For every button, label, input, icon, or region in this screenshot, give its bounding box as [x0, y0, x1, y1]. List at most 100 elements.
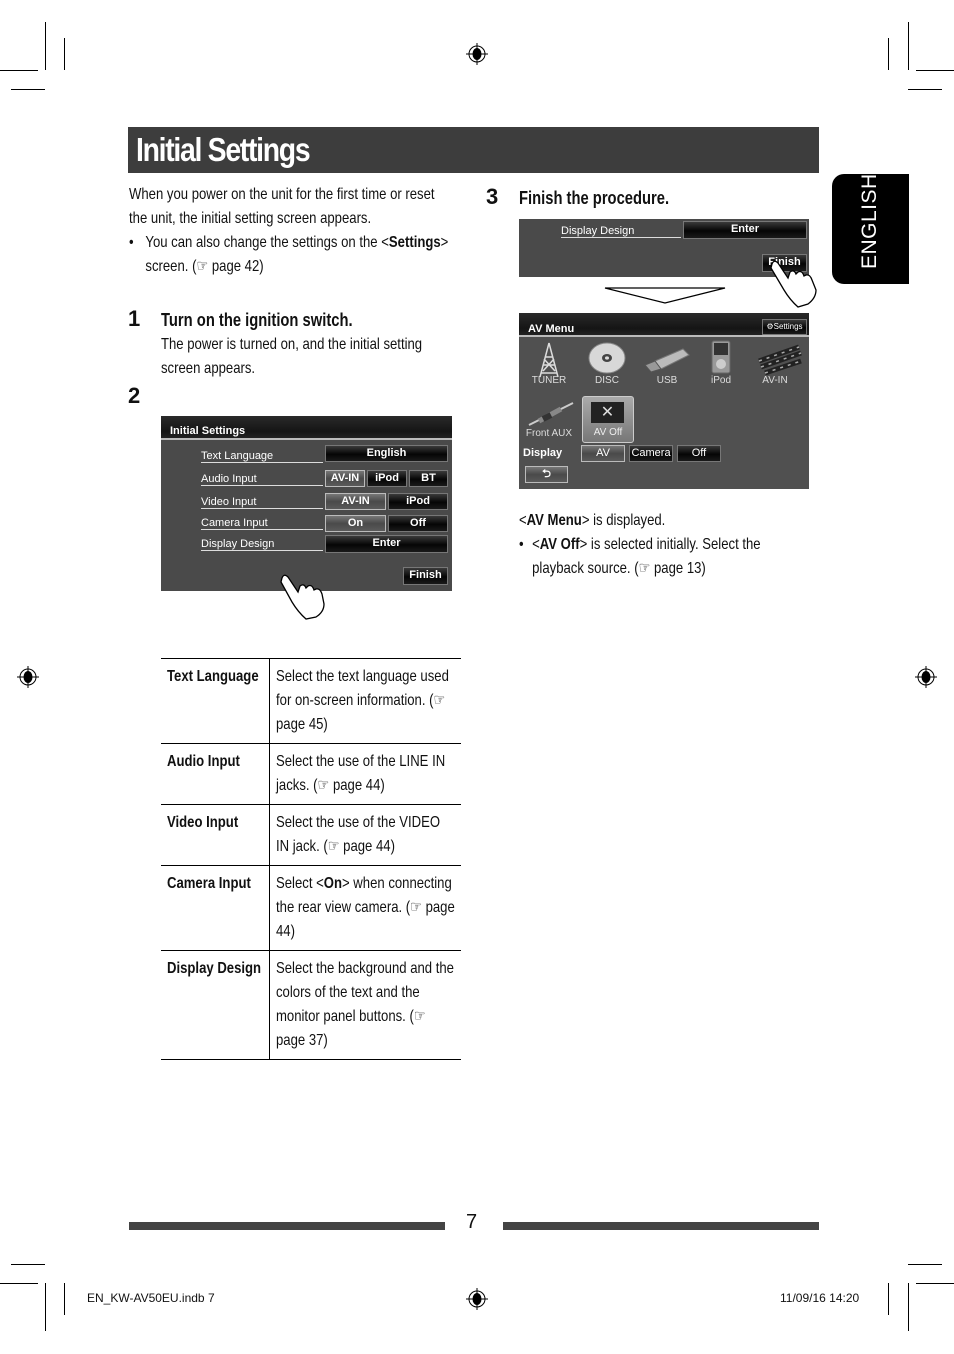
- step-description: The power is turned on, and the initial …: [161, 333, 422, 381]
- front-aux-icon[interactable]: [527, 399, 575, 429]
- source-label-front-aux: Front AUX: [525, 428, 573, 439]
- audio-ipod-button[interactable]: iPod: [367, 470, 407, 487]
- setting-label-camera-input: Camera Input: [201, 517, 323, 530]
- settings-description-table: Text Language Select the text language u…: [161, 658, 461, 1060]
- setting-label-display-design: Display Design: [561, 225, 681, 238]
- bullet-text: >: [440, 234, 449, 251]
- disc-icon[interactable]: [587, 341, 627, 375]
- table-desc-text: Select the use of the VIDEO IN jack. (☞ …: [276, 814, 441, 855]
- registration-mark-icon: [915, 666, 937, 688]
- intro-bullet: • You can also change the settings on th…: [129, 231, 448, 255]
- source-label-tuner: TUNER: [531, 375, 567, 386]
- camera-off-button[interactable]: Off: [388, 515, 448, 532]
- table-key: Text Language: [161, 658, 270, 744]
- table-desc: Select <On> when connecting the rear vie…: [269, 865, 461, 951]
- display-off-button[interactable]: Off: [677, 445, 721, 462]
- return-arrow-icon: ⮌: [542, 468, 551, 480]
- source-label-usb: USB: [656, 375, 678, 386]
- setting-label-video-input: Video Input: [201, 496, 323, 509]
- pointing-hand-icon: [770, 260, 817, 308]
- crop-mark: [64, 1283, 65, 1315]
- intro-bullet-line2: screen. (☞ page 42): [145, 258, 264, 275]
- english-button[interactable]: English: [325, 445, 448, 462]
- table-key-text: Audio Input: [167, 753, 240, 770]
- display-design-enter-button[interactable]: Enter: [683, 221, 807, 239]
- audio-bt-button[interactable]: BT: [409, 470, 448, 487]
- footer-bar-right: [503, 1222, 819, 1230]
- registration-mark-icon: [17, 666, 39, 688]
- av-off-button[interactable]: ✕ AV Off: [582, 396, 634, 443]
- av-off-ref: AV Off: [539, 536, 580, 553]
- audio-av-in-button[interactable]: AV-IN: [325, 470, 365, 487]
- footer-filename: EN_KW-AV50EU.indb 7: [87, 1291, 215, 1305]
- close-icon: ✕: [591, 402, 624, 423]
- table-row: Display Design Select the background and…: [161, 950, 461, 1060]
- language-tab: ENGLISH: [832, 173, 909, 284]
- display-design-enter-button[interactable]: Enter: [325, 535, 448, 553]
- setting-label-audio-input: Audio Input: [201, 473, 323, 486]
- settings-button[interactable]: ⚙Settings: [762, 319, 807, 335]
- finish-screen: Display Design Enter Finish: [519, 219, 809, 277]
- table-key: Audio Input: [161, 743, 270, 805]
- bullet-dot: •: [519, 536, 524, 553]
- bullet-text: You can also change the settings on the …: [145, 234, 389, 251]
- desc-part: Select <: [276, 875, 324, 892]
- screen-header: Initial Settings: [161, 416, 452, 440]
- crop-mark: [64, 38, 65, 70]
- table-key-text: Video Input: [167, 814, 239, 831]
- crop-mark: [888, 38, 889, 70]
- table-row: Text Language Select the text language u…: [161, 658, 461, 744]
- initial-settings-screen: Initial Settings Text Language English A…: [161, 416, 452, 591]
- result-bullet: • <AV Off> is selected initially. Select…: [519, 533, 761, 557]
- table-key: Video Input: [161, 804, 270, 866]
- source-label-ipod: iPod: [710, 375, 731, 386]
- crop-mark: [11, 1264, 45, 1265]
- intro-line: the unit, the initial setting screen app…: [129, 210, 372, 227]
- crop-mark: [11, 89, 45, 90]
- table-key: Camera Input: [161, 865, 270, 951]
- footer-datetime: 11/09/16 14:20: [780, 1291, 860, 1305]
- crop-mark: [916, 70, 954, 71]
- result-bullet-line2: playback source. (☞ page 13): [532, 560, 706, 577]
- table-row: Video Input Select the use of the VIDEO …: [161, 804, 461, 866]
- av-in-icon[interactable]: [755, 341, 803, 375]
- table-desc: Select the use of the LINE IN jacks. (☞ …: [269, 743, 461, 805]
- crop-mark: [908, 1283, 909, 1331]
- table-desc: Select the use of the VIDEO IN jack. (☞ …: [269, 804, 461, 866]
- down-arrow-icon: [604, 287, 726, 304]
- step-title: Turn on the ignition switch.: [161, 310, 353, 330]
- result-text: <AV Menu> is displayed. • <AV Off> is se…: [519, 509, 761, 581]
- step-number: 1: [128, 306, 141, 331]
- source-label-av-in: AV-IN: [762, 375, 788, 386]
- crop-mark: [908, 89, 942, 90]
- table-desc: Select the text language used for on-scr…: [269, 658, 461, 744]
- ipod-icon[interactable]: [711, 340, 731, 374]
- crop-mark: [45, 22, 46, 70]
- footer-bar-left: [129, 1222, 445, 1230]
- display-camera-button[interactable]: Camera: [629, 445, 673, 462]
- page-title: Initial Settings: [136, 131, 311, 168]
- camera-on-button[interactable]: On: [325, 515, 386, 532]
- table-desc-text: Select the use of the LINE IN jacks. (☞ …: [276, 753, 446, 794]
- crop-mark: [0, 1283, 38, 1284]
- table-key-text: Camera Input: [167, 875, 251, 892]
- table-key: Display Design: [161, 950, 270, 1060]
- page-number: 7: [466, 1211, 478, 1233]
- usb-icon[interactable]: [643, 345, 691, 373]
- video-av-in-button[interactable]: AV-IN: [325, 493, 386, 510]
- finish-button[interactable]: Finish: [403, 567, 448, 585]
- table-key-text: Display Design: [167, 960, 262, 977]
- display-av-button[interactable]: AV: [581, 445, 625, 462]
- intro-text: When you power on the unit for the first…: [129, 183, 448, 279]
- crop-mark: [0, 70, 38, 71]
- video-ipod-button[interactable]: iPod: [388, 493, 448, 510]
- settings-label: Settings: [773, 322, 803, 331]
- registration-mark-icon: [466, 1288, 488, 1310]
- table-key-text: Text Language: [167, 668, 259, 685]
- display-label: Display: [523, 447, 563, 459]
- crop-mark: [45, 1283, 46, 1331]
- tuner-icon[interactable]: [536, 341, 562, 379]
- setting-label-text-language: Text Language: [201, 450, 323, 463]
- source-label-av-off: AV Off: [593, 427, 623, 438]
- back-button[interactable]: ⮌: [525, 466, 568, 483]
